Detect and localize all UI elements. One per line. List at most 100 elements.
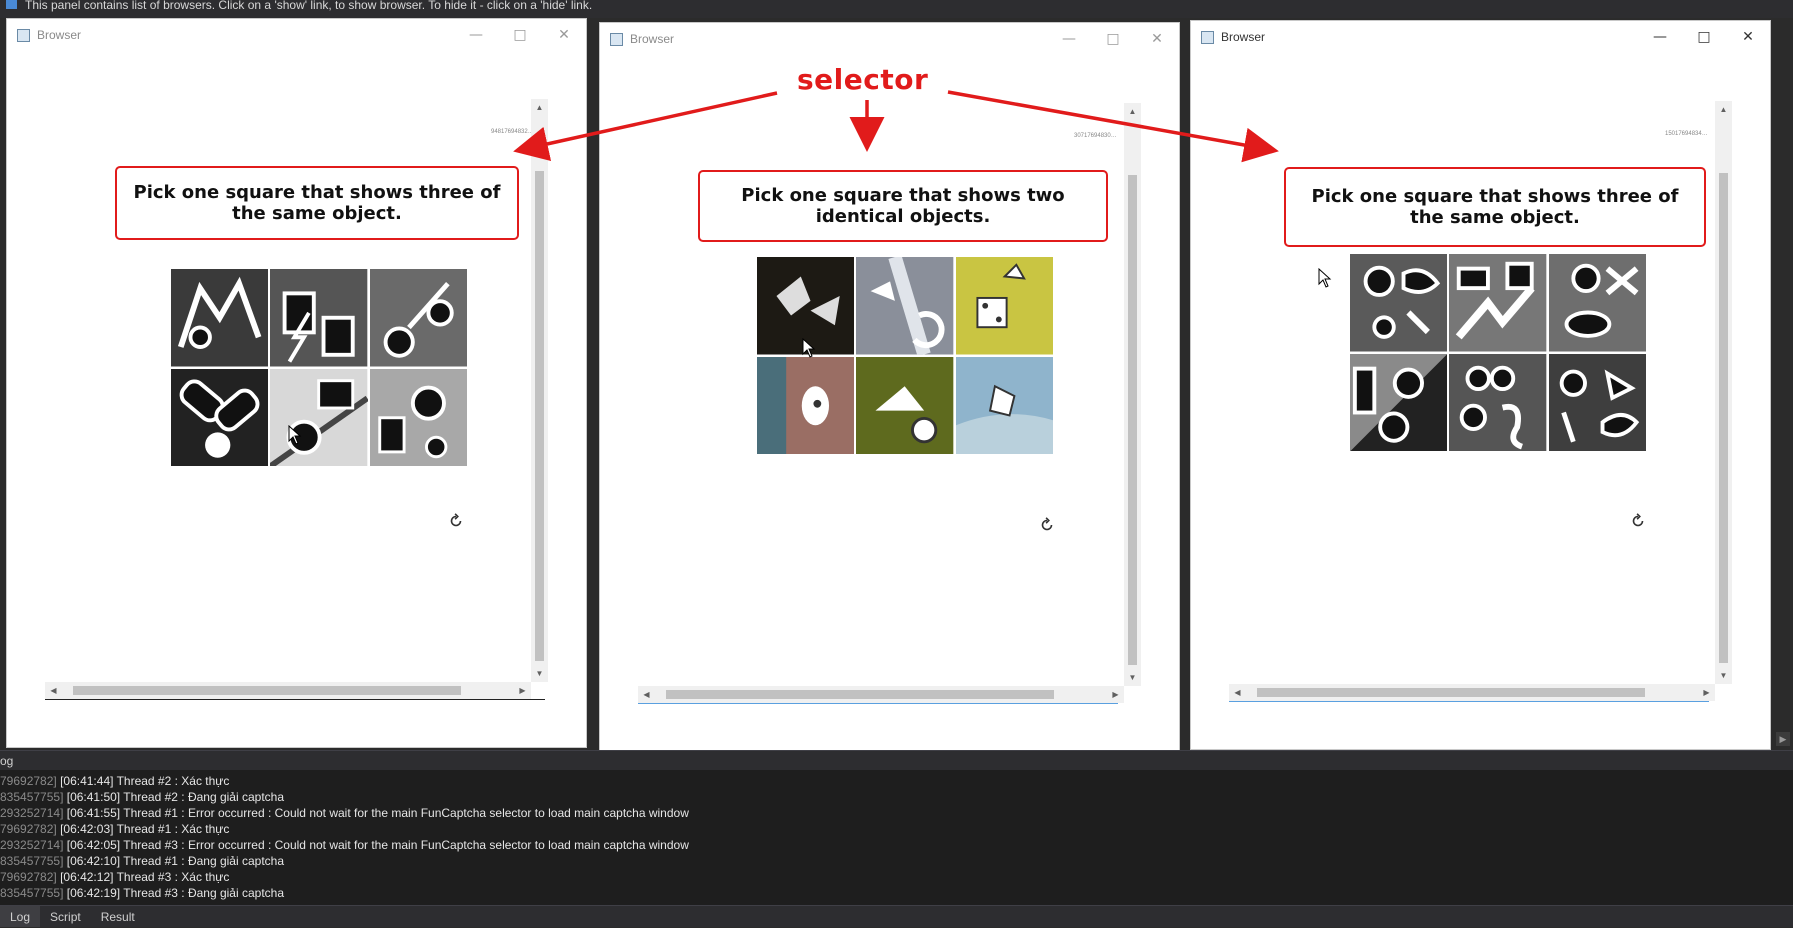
captcha-tile-3[interactable] [1548, 254, 1646, 352]
mouse-cursor-icon [288, 425, 302, 445]
scroll-down-arrow[interactable]: ▼ [1124, 669, 1141, 686]
captcha-session-id: 15017694834… [1665, 131, 1708, 137]
app-window-icon [17, 28, 30, 42]
scroll-thumb[interactable] [535, 171, 544, 661]
captcha-tile-2[interactable] [270, 269, 368, 367]
captcha-tile-1[interactable] [1350, 254, 1448, 352]
captcha-frame: 94817694832… Pick one square that shows … [45, 99, 555, 699]
app-window-icon [610, 32, 623, 46]
reload-icon[interactable] [447, 512, 465, 530]
captcha-tile-3[interactable] [369, 269, 467, 367]
scroll-up-arrow[interactable]: ▲ [1715, 101, 1732, 118]
scroll-thumb[interactable] [73, 686, 461, 695]
window-titlebar[interactable]: Browser — □ ✕ [600, 23, 1179, 55]
log-line: 293252714] [06:41:55] Thread #1 : Error … [0, 806, 689, 820]
scroll-thumb[interactable] [1128, 175, 1137, 665]
captcha-frame: 30717694830… Pick one square that shows … [638, 103, 1148, 703]
log-line: 79692782] [06:41:44] Thread #2 : Xác thự… [0, 774, 230, 788]
info-icon [6, 0, 17, 9]
vertical-scrollbar[interactable]: ▲ ▼ [1715, 101, 1732, 684]
captcha-prompt: Pick one square that shows three of the … [115, 166, 519, 240]
scroll-right-arrow[interactable]: ▶ [514, 682, 531, 699]
tab-script[interactable]: Script [40, 906, 91, 927]
captcha-tile-6[interactable] [955, 356, 1053, 454]
panel-scrollbar[interactable]: ▶ [1773, 18, 1793, 758]
scroll-up-arrow[interactable]: ▲ [1124, 103, 1141, 120]
scroll-right-arrow[interactable]: ▶ [1698, 684, 1715, 701]
captcha-tile-5[interactable] [856, 356, 954, 454]
log-line: 835457755] [06:42:19] Thread #3 : Đang g… [0, 886, 285, 900]
scroll-right-arrow[interactable]: ▶ [1776, 732, 1790, 746]
captcha-image-grid [1350, 254, 1646, 451]
scroll-left-arrow[interactable]: ◀ [45, 682, 62, 699]
frame-bottom-border [1229, 701, 1709, 702]
app-window-icon [1201, 30, 1214, 44]
tab-result[interactable]: Result [91, 906, 145, 927]
browser-window-3[interactable]: Browser — □ ✕ 15017694834… Pick one squa… [1190, 20, 1771, 750]
minimize-button[interactable]: — [1638, 21, 1682, 53]
window-titlebar[interactable]: Browser — □ ✕ [1191, 21, 1770, 53]
log-panel: og 79692782] [06:41:44] Thread #2 : Xác … [0, 750, 1793, 905]
selector-annotation-label: selector [797, 63, 929, 96]
scroll-down-arrow[interactable]: ▼ [1715, 667, 1732, 684]
captcha-tile-5[interactable] [270, 368, 368, 466]
log-line: 293252714] [06:42:05] Thread #3 : Error … [0, 838, 689, 852]
maximize-button[interactable]: □ [498, 19, 542, 51]
horizontal-scrollbar[interactable]: ◀ ▶ [1229, 684, 1715, 701]
log-line: 79692782] [06:42:12] Thread #3 : Xác thự… [0, 870, 230, 884]
bottom-tab-bar: Log Script Result [0, 905, 1793, 927]
captcha-tile-6[interactable] [1548, 353, 1646, 451]
scroll-left-arrow[interactable]: ◀ [1229, 684, 1246, 701]
vertical-scrollbar[interactable]: ▲ ▼ [1124, 103, 1141, 686]
captcha-frame: 15017694834… Pick one square that shows … [1229, 101, 1739, 701]
tab-log[interactable]: Log [0, 906, 41, 927]
captcha-tile-4[interactable] [1350, 353, 1448, 451]
maximize-button[interactable]: □ [1091, 23, 1135, 55]
maximize-button[interactable]: □ [1682, 21, 1726, 53]
scroll-left-arrow[interactable]: ◀ [638, 686, 655, 703]
scroll-thumb[interactable] [1257, 688, 1645, 697]
horizontal-scrollbar[interactable]: ◀ ▶ [638, 686, 1124, 703]
window-title: Browser [1221, 30, 1266, 44]
scroll-up-arrow[interactable]: ▲ [531, 99, 548, 116]
horizontal-scrollbar[interactable]: ◀ ▶ [45, 682, 531, 699]
window-titlebar[interactable]: Browser — □ ✕ [7, 19, 586, 51]
scroll-thumb[interactable] [666, 690, 1054, 699]
minimize-button[interactable]: — [1047, 23, 1091, 55]
captcha-tile-4[interactable] [757, 356, 855, 454]
scroll-down-arrow[interactable]: ▼ [531, 665, 548, 682]
captcha-tile-6[interactable] [369, 368, 467, 466]
log-line: 835457755] [06:41:50] Thread #2 : Đang g… [0, 790, 285, 804]
browsers-info-text: This panel contains list of browsers. Cl… [25, 0, 593, 12]
log-output: 79692782] [06:41:44] Thread #2 : Xác thự… [0, 773, 1793, 905]
captcha-tile-4[interactable] [171, 368, 269, 466]
captcha-tile-1[interactable] [171, 269, 269, 367]
log-line: 835457755] [06:42:10] Thread #1 : Đang g… [0, 854, 285, 868]
close-button[interactable]: ✕ [542, 19, 586, 51]
captcha-tile-5[interactable] [1449, 353, 1547, 451]
browsers-info-bar: This panel contains list of browsers. Cl… [0, 0, 1793, 18]
log-line: 79692782] [06:42:03] Thread #1 : Xác thự… [0, 822, 230, 836]
captcha-tile-3[interactable] [955, 257, 1053, 355]
mouse-cursor-icon [802, 338, 816, 358]
reload-icon[interactable] [1038, 516, 1056, 534]
window-title: Browser [37, 28, 82, 42]
close-button[interactable]: ✕ [1135, 23, 1179, 55]
scroll-thumb[interactable] [1719, 173, 1728, 663]
captcha-session-id: 30717694830… [1074, 133, 1117, 139]
captcha-tile-2[interactable] [1449, 254, 1547, 352]
mouse-cursor-icon [1318, 268, 1332, 288]
browser-window-1[interactable]: Browser — □ ✕ 94817694832… Pick one squa… [6, 18, 587, 748]
frame-bottom-border [638, 703, 1118, 704]
captcha-tile-2[interactable] [856, 257, 954, 355]
browser-window-2[interactable]: Browser — □ ✕ 30717694830… Pick one squa… [599, 22, 1180, 752]
captcha-session-id: 94817694832… [491, 129, 534, 135]
vertical-scrollbar[interactable]: ▲ ▼ [531, 99, 548, 682]
close-button[interactable]: ✕ [1726, 21, 1770, 53]
captcha-prompt: Pick one square that shows two identical… [698, 170, 1108, 242]
frame-bottom-border [45, 699, 545, 700]
minimize-button[interactable]: — [454, 19, 498, 51]
reload-icon[interactable] [1629, 512, 1647, 530]
captcha-image-grid [171, 269, 467, 466]
scroll-right-arrow[interactable]: ▶ [1107, 686, 1124, 703]
